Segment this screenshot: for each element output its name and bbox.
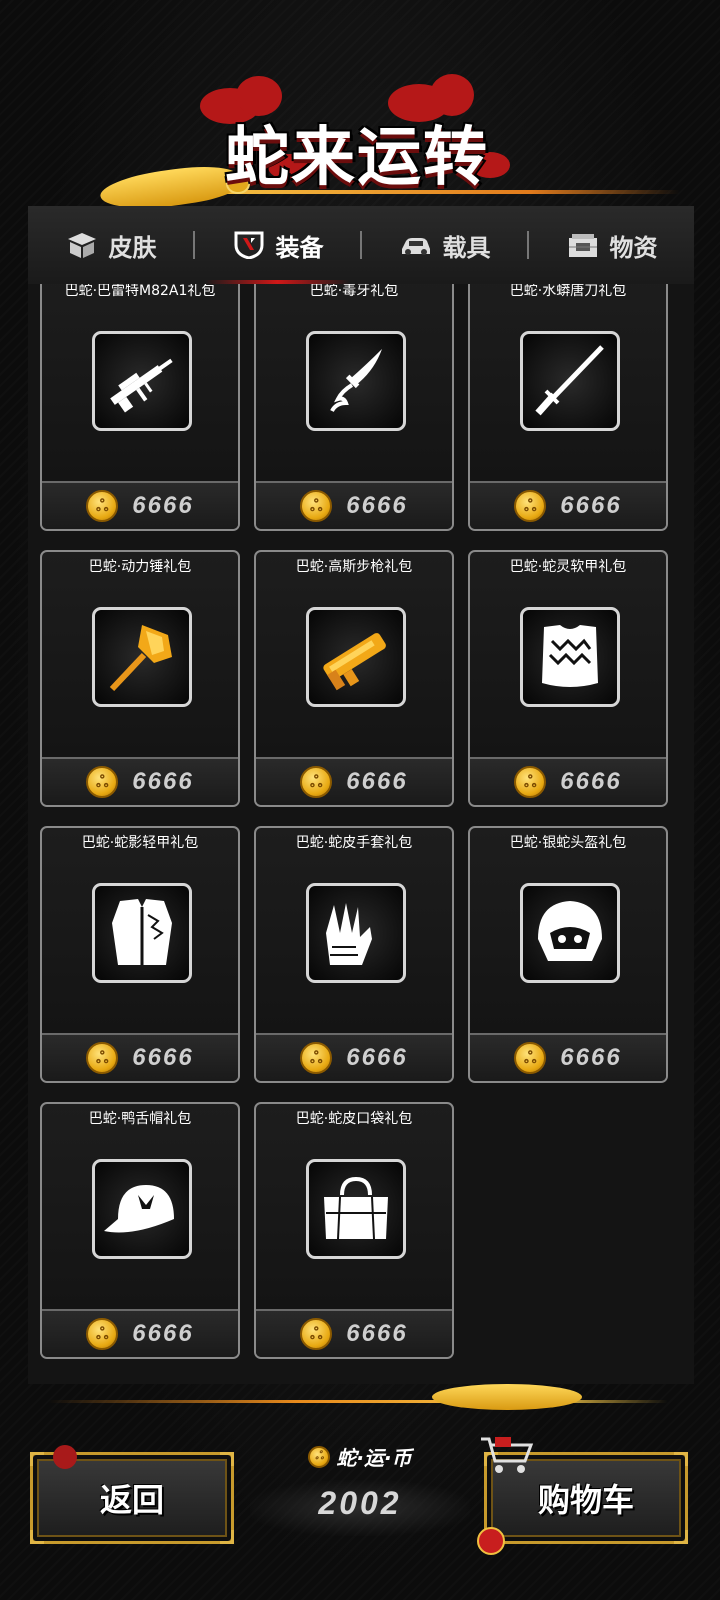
gloves-icon xyxy=(326,903,372,965)
coin-icon: ஃ xyxy=(86,1042,119,1074)
item-card[interactable]: 巴蛇·毒牙礼包 ஃ 6666 xyxy=(254,284,454,531)
title-banner: 蛇来运转 xyxy=(0,74,720,216)
item-name: 巴蛇·银蛇头盔礼包 xyxy=(509,835,627,851)
item-card[interactable]: 巴蛇·巴雷特M82A1礼包 ஃ 6666 xyxy=(40,284,240,531)
back-button[interactable]: 返回 xyxy=(30,1445,234,1544)
item-card[interactable]: 巴蛇·动力锤礼包 ஃ 6666 xyxy=(40,550,240,807)
hammer-icon xyxy=(109,625,172,692)
item-card[interactable]: 巴蛇·鸭舌帽礼包 ஃ 6666 xyxy=(40,1102,240,1359)
coin-icon: ஃ xyxy=(514,1042,547,1074)
item-name: 巴蛇·蛇皮手套礼包 xyxy=(295,835,413,851)
item-price: 6666 xyxy=(346,768,408,795)
item-price: 6666 xyxy=(132,492,194,519)
tab-supplies[interactable]: 物资 xyxy=(529,206,694,284)
page-title: 蛇来运转 xyxy=(225,120,489,195)
car-icon xyxy=(401,238,430,255)
crate-icon xyxy=(568,234,597,257)
bag-icon xyxy=(324,1176,388,1240)
tab-equipment[interactable]: 装备 xyxy=(195,206,360,284)
coin-icon: ஃ xyxy=(300,1318,333,1350)
cart-button-label: 购物车 xyxy=(537,1481,634,1519)
item-price: 6666 xyxy=(346,1320,408,1347)
coin-icon: ஃ xyxy=(86,766,119,798)
item-name: 巴蛇·毒牙礼包 xyxy=(309,284,399,299)
gauss-rifle-icon xyxy=(323,633,386,691)
back-button-label: 返回 xyxy=(99,1481,164,1519)
tang-sword-icon xyxy=(535,345,604,416)
item-name: 巴蛇·鸭舌帽礼包 xyxy=(88,1111,192,1127)
item-price: 6666 xyxy=(132,1320,194,1347)
currency-label: 蛇·运·币 xyxy=(336,1446,412,1470)
tab-label: 物资 xyxy=(609,233,658,262)
item-card[interactable]: 巴蛇·蛇皮口袋礼包 ஃ 6666 xyxy=(254,1102,454,1359)
item-price: 6666 xyxy=(560,492,622,519)
light-armor-icon xyxy=(112,899,172,965)
item-name: 巴蛇·蛇皮口袋礼包 xyxy=(295,1111,413,1127)
item-name: 巴蛇·水蟒唐刀礼包 xyxy=(509,284,627,299)
shield-icon xyxy=(234,231,263,259)
coin-icon: ஃ xyxy=(86,1318,119,1350)
coin-icon: ஃ xyxy=(300,490,333,522)
item-card[interactable]: 巴蛇·蛇影轻甲礼包 ஃ 6666 xyxy=(40,826,240,1083)
sniper-rifle-icon xyxy=(110,358,173,413)
shopping-cart-icon xyxy=(481,1437,534,1473)
money-bag-icon xyxy=(477,1527,505,1555)
tab-vehicle[interactable]: 载具 xyxy=(362,206,527,284)
item-card[interactable]: 巴蛇·银蛇头盔礼包 ஃ 6666 xyxy=(468,826,668,1083)
item-card[interactable]: 巴蛇·蛇皮手套礼包 ஃ 6666 xyxy=(254,826,454,1083)
category-tabs: 皮肤 装备 载具 物资 xyxy=(28,206,694,284)
soft-armor-icon xyxy=(542,625,598,687)
item-price: 6666 xyxy=(560,768,622,795)
cap-icon xyxy=(104,1185,174,1233)
item-card[interactable]: 巴蛇·高斯步枪礼包 ஃ 6666 xyxy=(254,550,454,807)
item-name: 巴蛇·高斯步枪礼包 xyxy=(295,559,413,575)
snake-icon xyxy=(432,1384,582,1410)
item-price: 6666 xyxy=(132,1044,194,1071)
coin-icon: ஃ xyxy=(514,490,547,522)
tab-skin[interactable]: 皮肤 xyxy=(28,206,193,284)
item-name: 巴蛇·蛇影轻甲礼包 xyxy=(81,835,199,851)
coin-icon: ஃ xyxy=(308,1445,331,1468)
dagger-icon xyxy=(330,349,382,412)
item-grid: 巴蛇·巴雷特M82A1礼包 ஃ 6666 巴蛇·毒牙礼包 ஃ 6666 巴蛇·水… xyxy=(28,284,694,1384)
ornament-icon xyxy=(53,1445,77,1469)
coin-icon: ஃ xyxy=(514,766,547,798)
tab-label: 装备 xyxy=(275,233,324,262)
item-name: 巴蛇·蛇灵软甲礼包 xyxy=(509,559,627,575)
item-name: 巴蛇·动力锤礼包 xyxy=(88,559,192,575)
item-name: 巴蛇·巴雷特M82A1礼包 xyxy=(64,284,216,299)
item-price: 6666 xyxy=(346,1044,408,1071)
coin-icon: ஃ xyxy=(86,490,119,522)
currency-display: ஃ 蛇·运·币 2002 xyxy=(250,1440,470,1560)
tab-label: 皮肤 xyxy=(108,233,157,262)
item-price: 6666 xyxy=(346,492,408,519)
cart-button[interactable]: 购物车 xyxy=(477,1437,688,1555)
tab-label: 载具 xyxy=(442,233,491,262)
item-card[interactable]: 巴蛇·蛇灵软甲礼包 ஃ 6666 xyxy=(468,550,668,807)
box-icon xyxy=(67,233,96,258)
item-price: 6666 xyxy=(132,768,194,795)
coin-icon: ஃ xyxy=(300,1042,333,1074)
item-card[interactable]: 巴蛇·水蟒唐刀礼包 ஃ 6666 xyxy=(468,284,668,531)
currency-value: 2002 xyxy=(318,1485,402,1521)
item-price: 6666 xyxy=(560,1044,622,1071)
coin-icon: ஃ xyxy=(300,766,333,798)
helmet-icon xyxy=(538,901,602,961)
